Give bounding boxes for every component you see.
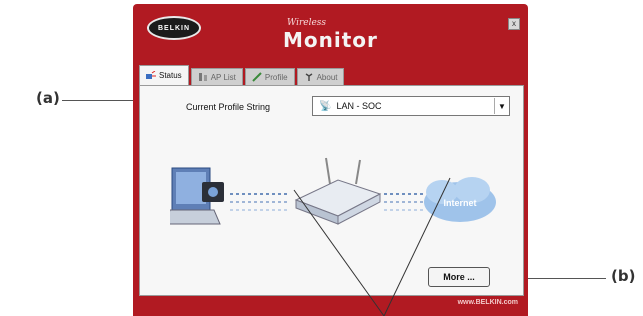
tab-profile[interactable]: Profile	[244, 68, 295, 85]
tab-bar: Status AP List Profile About	[139, 65, 522, 85]
profile-icon	[252, 72, 262, 82]
profile-dropdown-value: LAN - SOC	[336, 101, 382, 111]
wireless-monitor-window: BELKIN Wireless Monitor x Status AP List…	[133, 4, 528, 316]
chevron-down-icon[interactable]: ▼	[494, 98, 509, 114]
internet-cloud-icon: Internet	[424, 177, 496, 222]
tab-about-label: About	[316, 72, 338, 82]
belkin-url: www.BELKIN.com	[457, 299, 518, 306]
wireless-link-left	[230, 193, 290, 211]
tab-about[interactable]: About	[296, 68, 345, 85]
callout-b-label: (b)	[611, 267, 636, 285]
callout-a-label: (a)	[36, 89, 60, 107]
router-icon	[294, 157, 382, 225]
status-panel: Current Profile String 📡 LAN - SOC ▼ Int…	[139, 85, 524, 296]
window-title: Monitor	[283, 28, 378, 52]
internet-label: Internet	[443, 198, 476, 208]
close-button[interactable]: x	[508, 18, 520, 30]
window-title-small: Wireless	[287, 18, 327, 28]
current-profile-label: Current Profile String	[186, 102, 271, 112]
belkin-logo: BELKIN	[147, 16, 201, 40]
laptop-icon	[170, 167, 224, 225]
tab-ap-list[interactable]: AP List	[190, 68, 243, 85]
status-icon	[146, 70, 156, 81]
wireless-link-right	[384, 193, 426, 211]
antenna-icon: 📡	[319, 100, 332, 112]
tab-ap-list-label: AP List	[210, 72, 236, 82]
more-button[interactable]: More ...	[428, 267, 490, 287]
tab-status[interactable]: Status	[139, 65, 189, 85]
ap-list-icon	[198, 72, 208, 82]
tab-profile-label: Profile	[264, 72, 288, 82]
tab-status-label: Status	[159, 71, 182, 80]
profile-dropdown[interactable]: 📡 LAN - SOC ▼	[312, 96, 510, 116]
network-diagram: Internet	[170, 157, 496, 225]
about-icon	[304, 72, 314, 82]
